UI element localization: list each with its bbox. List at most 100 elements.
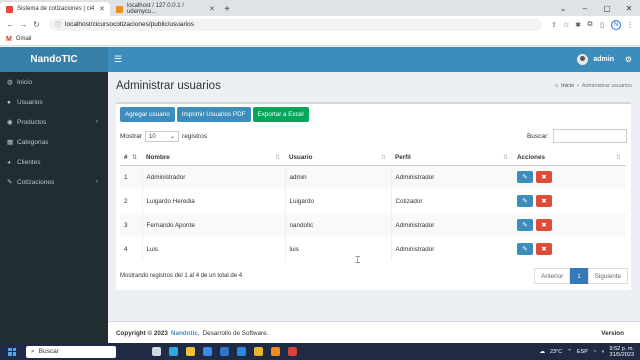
info-icon[interactable]: ⓘ bbox=[55, 20, 61, 29]
sort-icon: ⇅ bbox=[502, 155, 508, 162]
edit-button[interactable]: ✎ bbox=[517, 195, 533, 207]
chevron-left-icon: ‹ bbox=[96, 119, 98, 125]
browser-tab-active[interactable]: Sistema de cotizaciones | ci4 ✕ bbox=[0, 2, 110, 16]
col-id[interactable]: # ⇅ bbox=[120, 151, 142, 166]
col-nombre[interactable]: Nombre ⇅ bbox=[142, 151, 285, 166]
extension-icon[interactable]: ✱ bbox=[572, 21, 584, 29]
print-pdf-button[interactable]: Imprimir Usuarios PDF bbox=[176, 107, 251, 122]
sidebar-item-label: Usuarios bbox=[17, 98, 43, 106]
sidebar-item-productos[interactable]: ◉ Productos ‹ bbox=[0, 112, 108, 132]
col-perfil[interactable]: Perfil ⇅ bbox=[391, 151, 513, 166]
footer-version: Version bbox=[601, 330, 624, 337]
task-view-icon[interactable] bbox=[152, 347, 161, 356]
breadcrumb-current: Administrar usuarios bbox=[581, 83, 632, 89]
cell-acciones: ✎ ✖ bbox=[513, 213, 626, 237]
minimize-button[interactable]: – bbox=[574, 0, 596, 16]
clock-date: 31/5/2023 bbox=[609, 351, 634, 358]
cell-nombre: Fernando Aponte bbox=[141, 213, 285, 237]
bookmark-star-icon[interactable]: ☆ bbox=[560, 21, 572, 29]
windows-start-icon[interactable] bbox=[8, 347, 16, 356]
extensions-puzzle-icon[interactable]: ⧉ bbox=[584, 21, 596, 29]
address-bar-row: ← → ↻ ⓘ localhost/cicursocotizaciones/pu… bbox=[0, 16, 640, 33]
close-tab-icon[interactable]: ✕ bbox=[99, 5, 105, 13]
cogs-icon[interactable]: ⚙ bbox=[625, 55, 632, 64]
delete-button[interactable]: ✖ bbox=[536, 195, 552, 207]
content-wrapper: Administrar usuarios ⌂ Inicio › Administ… bbox=[108, 72, 640, 322]
edit-button[interactable]: ✎ bbox=[517, 243, 533, 255]
reload-button[interactable]: ↻ bbox=[30, 20, 43, 29]
profile-avatar[interactable]: N bbox=[611, 19, 621, 30]
lang-indicator[interactable]: ESP bbox=[577, 349, 588, 355]
sidebar: ◍ Inicio ● Usuarios ◉ Productos ‹ ▦ Cate… bbox=[0, 72, 108, 345]
next-page-button[interactable]: Siguiente bbox=[587, 268, 628, 284]
sidebar-toggle-icon[interactable]: ☰ bbox=[114, 54, 122, 65]
export-buttons: Agregar usuario Imprimir Usuarios PDF Ex… bbox=[120, 107, 309, 122]
share-icon[interactable]: ⇪ bbox=[548, 21, 560, 29]
search-icon: ⌕ bbox=[31, 347, 35, 355]
page-1-button[interactable]: 1 bbox=[570, 268, 588, 284]
export-excel-button[interactable]: Exportar a Excel bbox=[252, 107, 309, 122]
user-menu[interactable]: admin bbox=[577, 54, 614, 65]
search-input[interactable] bbox=[553, 129, 627, 143]
cell-id: 2 bbox=[124, 197, 128, 205]
maximize-button[interactable]: ▢ bbox=[596, 0, 618, 16]
add-user-button[interactable]: Agregar usuario bbox=[120, 107, 175, 122]
col-acciones[interactable]: Acciones ⇅ bbox=[513, 151, 626, 166]
taskbar: ⌕ Buscar ☁ 23°C ⌃ ESP ◔ ◖ 9:52 p. m. 31/… bbox=[0, 343, 640, 360]
back-button[interactable]: ← bbox=[4, 20, 17, 29]
file-explorer-icon[interactable] bbox=[186, 347, 195, 356]
app-icon[interactable] bbox=[288, 347, 297, 356]
tab-title: localhost / 127.0.0.1 / udemycu... bbox=[126, 3, 184, 15]
sidebar-item-cotizaciones[interactable]: ✎ Cotizaciones ‹ bbox=[0, 172, 108, 192]
store-icon[interactable] bbox=[203, 347, 212, 356]
close-window-button[interactable]: ✕ bbox=[618, 0, 640, 16]
edit-button[interactable]: ✎ bbox=[517, 219, 533, 231]
volume-icon[interactable]: ◖ bbox=[601, 349, 604, 355]
cell-perfil: Cotizador bbox=[390, 189, 513, 213]
wifi-icon[interactable]: ◔ bbox=[593, 349, 596, 355]
col-usuario[interactable]: Usuario ⇅ bbox=[285, 151, 391, 166]
app-logo[interactable]: NandoTIC bbox=[0, 47, 108, 72]
menu-kebab-icon[interactable]: ⋮ bbox=[624, 21, 636, 29]
browser-tab[interactable]: localhost / 127.0.0.1 / udemycu... ✕ bbox=[110, 2, 220, 16]
length-select[interactable]: 10 ⌄ bbox=[145, 131, 180, 142]
chrome-icon[interactable] bbox=[254, 347, 263, 356]
sidebar-item-label: Inicio bbox=[17, 78, 33, 86]
sidepanel-icon[interactable]: ▯ bbox=[596, 21, 608, 29]
sidebar-item-label: Clientes bbox=[17, 158, 41, 166]
sidebar-item-clientes[interactable]: ◕ Clientes bbox=[0, 152, 108, 172]
mail-icon[interactable] bbox=[220, 347, 229, 356]
cell-nombre: Luigardo Heredia bbox=[141, 189, 285, 213]
close-tab-icon[interactable]: ✕ bbox=[209, 5, 215, 13]
taskbar-search[interactable]: ⌕ Buscar bbox=[26, 345, 116, 358]
delete-button[interactable]: ✖ bbox=[536, 171, 552, 184]
footer: Copyright © 2023 Nandotic. Desarrollo de… bbox=[108, 321, 640, 345]
weather-icon: ☁ bbox=[539, 348, 545, 355]
weather-temp[interactable]: 23°C bbox=[550, 349, 562, 355]
sidebar-item-usuarios[interactable]: ● Usuarios bbox=[0, 92, 108, 112]
table-row: 3 Fernando Aponte nandotic Administrador… bbox=[120, 213, 626, 237]
edit-button[interactable]: ✎ bbox=[517, 171, 533, 184]
delete-button[interactable]: ✖ bbox=[536, 219, 552, 231]
prev-page-button[interactable]: Anterior bbox=[534, 268, 571, 284]
browser-tab-bar: Sistema de cotizaciones | ci4 ✕ localhos… bbox=[0, 0, 640, 16]
url-field[interactable]: ⓘ localhost/cicursocotizaciones/public/u… bbox=[49, 18, 542, 31]
footer-text: Desarrollo de Software. bbox=[202, 330, 269, 337]
bookmark-gmail[interactable]: Gmail bbox=[16, 36, 32, 42]
sidebar-item-inicio[interactable]: ◍ Inicio bbox=[0, 72, 108, 92]
dashboard-icon: ◍ bbox=[7, 79, 13, 86]
vscode-icon[interactable] bbox=[237, 347, 246, 356]
delete-button[interactable]: ✖ bbox=[536, 243, 552, 255]
tray-chevron-icon[interactable]: ⌃ bbox=[567, 349, 572, 355]
xampp-icon[interactable] bbox=[271, 347, 280, 356]
clock[interactable]: 9:52 p. m. 31/5/2023 bbox=[610, 346, 634, 358]
edge-icon[interactable] bbox=[169, 347, 178, 356]
tab-search-icon[interactable]: ⌄ bbox=[552, 0, 574, 16]
forward-button[interactable]: → bbox=[17, 20, 30, 29]
cell-id: 1 bbox=[120, 165, 142, 189]
sidebar-item-categorias[interactable]: ▦ Categorias bbox=[0, 132, 108, 152]
new-tab-button[interactable]: + bbox=[220, 2, 234, 16]
top-navbar: ☰ admin ⚙ bbox=[108, 47, 640, 72]
footer-brand-link[interactable]: Nandotic. bbox=[171, 330, 200, 337]
breadcrumb-home[interactable]: Inicio bbox=[561, 83, 574, 89]
